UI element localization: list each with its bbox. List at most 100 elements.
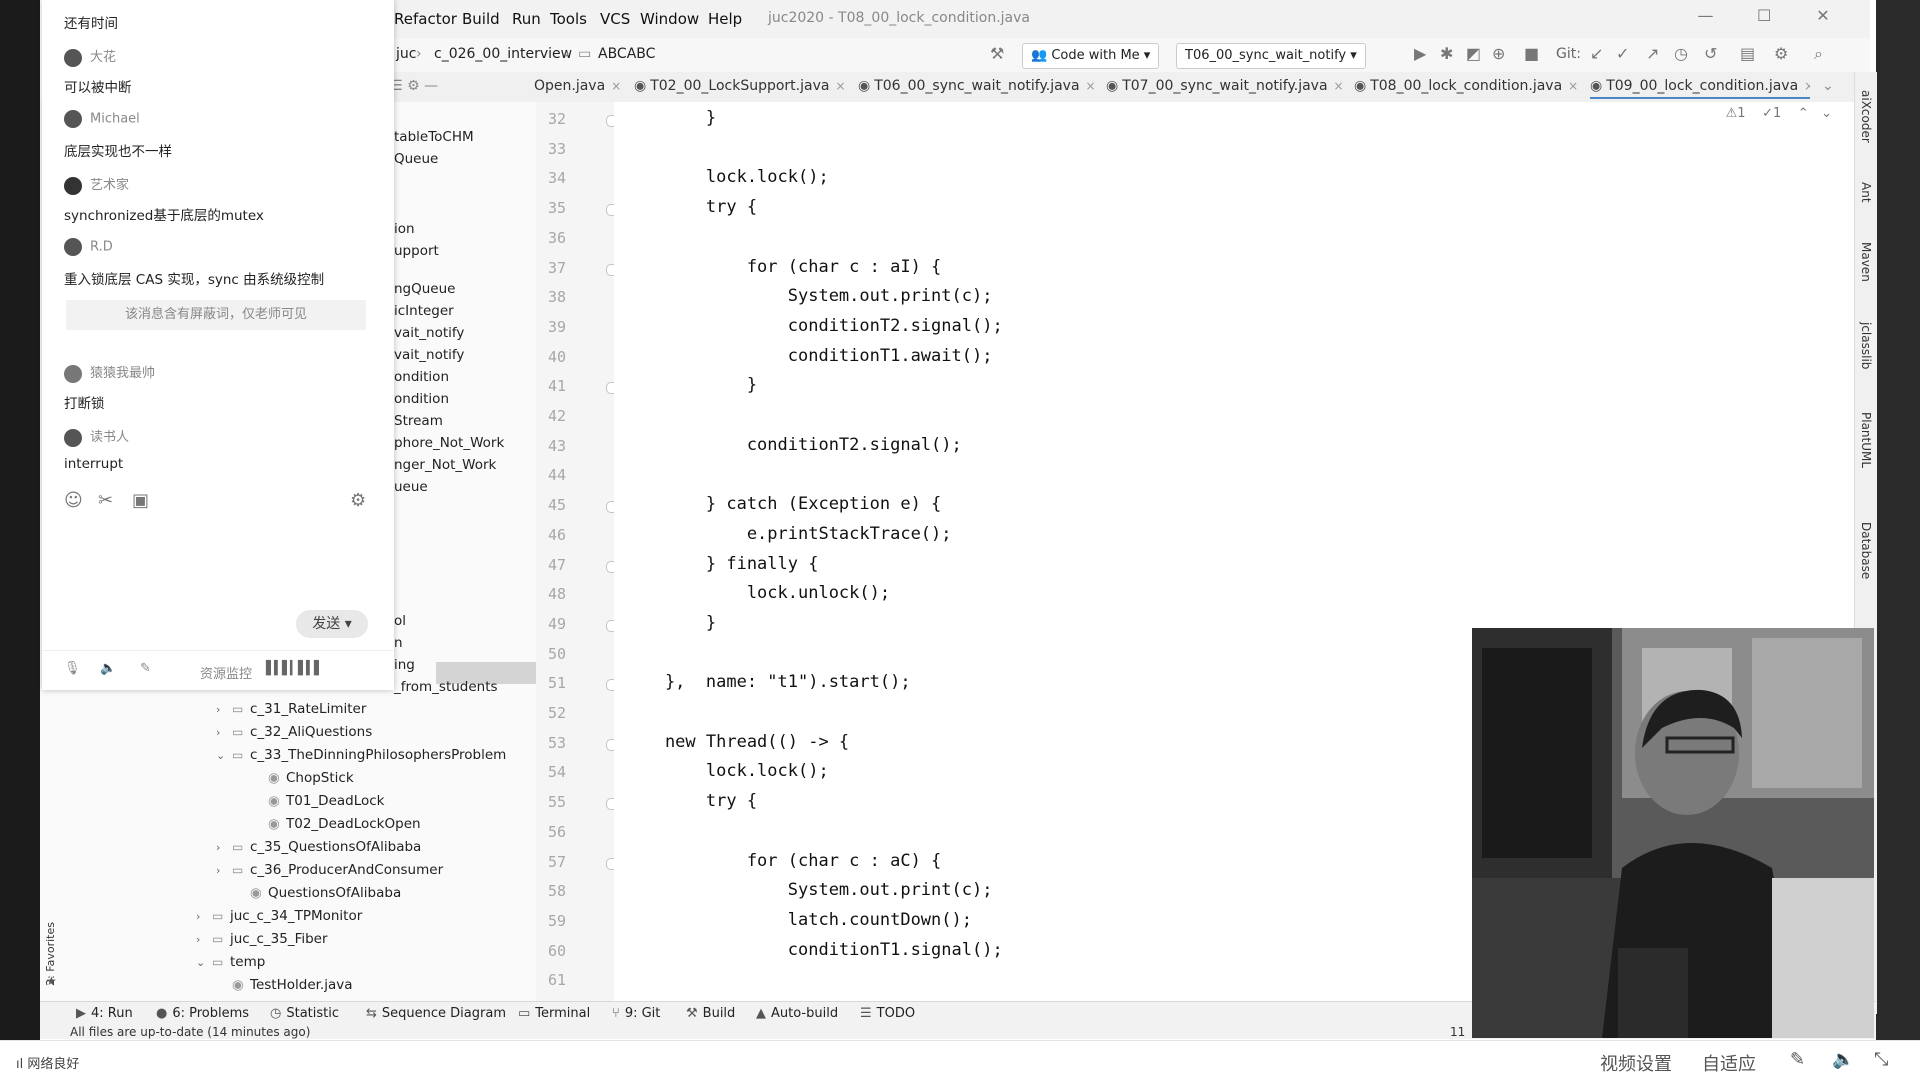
resource-monitor-label[interactable]: 资源监控 xyxy=(200,663,252,682)
project-structure-icon[interactable]: ▤ xyxy=(1740,44,1755,63)
tool-build[interactable]: ⚒ Build xyxy=(686,1006,735,1021)
tool-problems[interactable]: ● 6: Problems xyxy=(156,1006,249,1021)
menu-tools[interactable]: Tools xyxy=(550,10,587,28)
tab-t06[interactable]: ◉ T06_00_sync_wait_notify.java × xyxy=(858,78,1096,94)
menu-help[interactable]: Help xyxy=(708,10,742,28)
tool-git[interactable]: ⑂ 9: Git xyxy=(612,1006,660,1021)
tree-item[interactable]: ◉ ChopStick xyxy=(252,767,354,789)
minimize-icon[interactable]: — xyxy=(1678,6,1732,25)
tree-item[interactable]: › ▭ juc_c_35_Fiber xyxy=(196,928,328,950)
tool-plantuml[interactable]: PlantUML xyxy=(1859,412,1873,468)
pen-icon[interactable]: ✎ xyxy=(1790,1049,1805,1070)
breadcrumb-juc[interactable]: juc xyxy=(396,46,416,62)
close-icon[interactable]: × xyxy=(611,79,621,93)
code-line[interactable]: lock.unlock(); xyxy=(624,583,890,603)
breadcrumb-abcabc[interactable]: ABCABC xyxy=(598,46,655,62)
code-line[interactable]: } catch (Exception e) { xyxy=(624,494,941,514)
tree-item[interactable]: › ▭ juc_c_34_TPMonitor xyxy=(196,905,362,927)
warning-icon[interactable]: ⚠1 xyxy=(1726,106,1746,121)
rollback-icon[interactable]: ↺ xyxy=(1704,44,1717,63)
exit-fullscreen-icon[interactable]: ⤡ xyxy=(1874,1049,1888,1070)
menu-vcs[interactable]: VCS xyxy=(600,10,630,28)
code-line[interactable]: conditionT1.await(); xyxy=(624,346,993,366)
code-line[interactable]: conditionT2.signal(); xyxy=(624,316,1003,336)
hammer-icon[interactable]: ⚒ xyxy=(990,44,1004,63)
prev-highlight-icon[interactable]: ⌃ xyxy=(1798,106,1809,121)
close-icon[interactable]: × xyxy=(835,79,845,93)
code-line[interactable]: for (char c : aC) { xyxy=(624,851,941,871)
code-line[interactable]: } xyxy=(624,108,716,128)
tree-item[interactable]: icInteger xyxy=(394,300,454,322)
tool-statistic[interactable]: ◷ Statistic xyxy=(270,1006,339,1021)
tree-item[interactable]: _from_students xyxy=(394,676,498,698)
tool-database[interactable]: Database xyxy=(1859,522,1873,579)
tab-open[interactable]: Open.java × xyxy=(534,78,621,94)
tree-item[interactable]: › ▭ c_35_QuestionsOfAlibaba xyxy=(216,836,421,858)
tool-todo[interactable]: ☰ TODO xyxy=(860,1006,915,1021)
tool-sequence-diagram[interactable]: ⇆ Sequence Diagram xyxy=(366,1006,506,1021)
tree-item[interactable]: Stream xyxy=(394,410,443,432)
send-button[interactable]: 发送 ▾ xyxy=(296,610,368,638)
tree-item[interactable]: ueue xyxy=(394,476,428,498)
adaptive-button[interactable]: 自适应 xyxy=(1702,1050,1756,1076)
tree-item[interactable]: ◉ QuestionsOfAlibaba xyxy=(234,882,401,904)
emoji-icon[interactable]: ☺ xyxy=(64,490,83,511)
tab-lock-support[interactable]: ◉ T02_00_LockSupport.java × xyxy=(634,78,846,94)
code-line[interactable]: } xyxy=(624,613,716,633)
code-line[interactable]: conditionT1.signal(); xyxy=(624,940,1003,960)
tool-run[interactable]: ▶ 4: Run xyxy=(76,1006,133,1021)
tree-item[interactable]: vait_notify xyxy=(394,322,464,344)
menu-refactor[interactable]: Refactor xyxy=(394,10,457,28)
code-line[interactable]: try { xyxy=(624,791,757,811)
tree-item[interactable]: ◉ T02_DeadLockOpen xyxy=(252,813,421,835)
tree-item[interactable]: › ▭ c_36_ProducerAndConsumer xyxy=(216,859,443,881)
tree-item[interactable]: ngQueue xyxy=(394,278,455,300)
tree-item[interactable]: n xyxy=(394,632,403,654)
history-icon[interactable]: ◷ xyxy=(1674,44,1688,63)
menu-build[interactable]: Build xyxy=(462,10,500,28)
tree-item[interactable]: ◉ T01_DeadLock xyxy=(252,790,385,812)
chevron-down-icon[interactable]: ⌄ xyxy=(196,952,212,974)
settings-icon[interactable]: ⚙ xyxy=(350,490,366,511)
tree-item[interactable]: ⌄ ▭ temp xyxy=(196,951,265,973)
close-icon[interactable]: × xyxy=(1334,79,1344,93)
cursor-position[interactable]: 11 xyxy=(1450,1025,1465,1039)
pin-icon[interactable]: ✎ xyxy=(140,661,151,676)
code-line[interactable]: } finally { xyxy=(624,554,819,574)
tool-auto-build[interactable]: ▲ Auto-build xyxy=(756,1006,838,1021)
menu-window[interactable]: Window xyxy=(640,10,699,28)
video-settings-button[interactable]: 视频设置 xyxy=(1600,1050,1672,1076)
code-with-me-button[interactable]: 👥 Code with Me ▾ xyxy=(1022,43,1160,69)
code-line[interactable]: latch.countDown(); xyxy=(624,910,972,930)
code-line[interactable]: System.out.print(c); xyxy=(624,880,993,900)
tool-jclasslib[interactable]: jclasslib xyxy=(1859,322,1873,369)
menu-run[interactable]: Run xyxy=(512,10,541,28)
debug-icon[interactable]: ✱ xyxy=(1440,44,1453,63)
chevron-down-icon[interactable]: ⌄ xyxy=(216,745,232,767)
next-highlight-icon[interactable]: ⌄ xyxy=(1821,106,1832,121)
git-commit-icon[interactable]: ✓ xyxy=(1616,44,1629,63)
tab-t07[interactable]: ◉ T07_00_sync_wait_notify.java × xyxy=(1106,78,1344,94)
tree-item[interactable]: nger_Not_Work xyxy=(394,454,496,476)
chevron-right-icon[interactable]: › xyxy=(196,929,212,951)
tree-item[interactable]: ing xyxy=(394,654,415,676)
tool-terminal[interactable]: ▭ Terminal xyxy=(518,1006,590,1021)
image-icon[interactable]: ▣ xyxy=(132,490,149,511)
tree-item[interactable]: ◉ TestHolder.java xyxy=(216,974,353,996)
tree-item[interactable]: ol xyxy=(394,610,406,632)
code-line[interactable]: e.printStackTrace(); xyxy=(624,524,952,544)
scissors-icon[interactable]: ✂ xyxy=(98,490,113,511)
volume-icon[interactable]: 🔈 xyxy=(1832,1049,1854,1070)
code-line[interactable]: new Thread(() -> { xyxy=(624,732,849,752)
tree-item[interactable]: › ▭ c_31_RateLimiter xyxy=(216,698,366,720)
tab-t09[interactable]: ◉T09_00_lock_condition.java × xyxy=(1590,78,1810,99)
code-line[interactable]: lock.lock(); xyxy=(624,167,829,187)
close-icon[interactable]: × xyxy=(1086,79,1096,93)
coverage-icon[interactable]: ◩ xyxy=(1466,44,1481,63)
chevron-right-icon[interactable]: › xyxy=(216,837,232,859)
search-icon[interactable]: ⌕ xyxy=(1814,44,1823,64)
settings-icon[interactable]: ⚙ xyxy=(1774,44,1788,63)
close-icon[interactable]: × xyxy=(1804,79,1810,93)
tool-ant[interactable]: Ant xyxy=(1859,182,1873,203)
tree-item[interactable]: tableToCHM xyxy=(394,126,474,148)
